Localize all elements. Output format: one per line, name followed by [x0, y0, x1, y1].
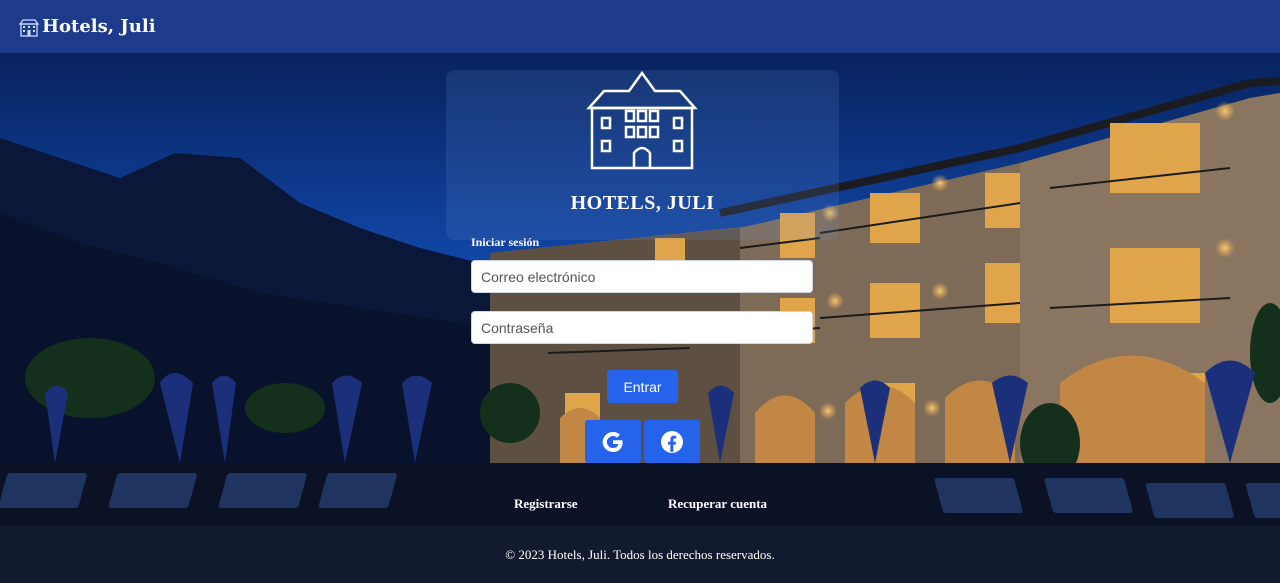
footer: © 2023 Hotels, Juli. Todos los derechos … — [0, 526, 1280, 583]
login-section-label: Iniciar sesión — [471, 235, 540, 249]
top-navbar: Hotels, Juli — [0, 0, 1280, 53]
password-input[interactable] — [471, 311, 813, 344]
hotel-building-icon — [586, 71, 698, 170]
google-login-button[interactable] — [585, 420, 641, 463]
facebook-login-button[interactable] — [644, 420, 700, 463]
recover-account-link[interactable]: Recuperar cuenta — [668, 496, 767, 512]
google-icon — [602, 431, 623, 452]
facebook-icon — [661, 430, 683, 453]
email-input[interactable] — [471, 260, 813, 293]
hotel-building-icon — [18, 18, 40, 37]
copyright-text: © 2023 Hotels, Juli. Todos los derechos … — [505, 546, 775, 562]
brand-link[interactable]: Hotels, Juli — [18, 16, 156, 37]
register-link[interactable]: Registrarse — [514, 496, 578, 512]
login-submit-button[interactable]: Entrar — [607, 370, 678, 403]
brand-name: Hotels, Juli — [42, 16, 156, 37]
hero-section: HOTELS, JULI Iniciar sesión Entrar Regis… — [0, 53, 1280, 526]
page-title: HOTELS, JULI — [570, 192, 715, 214]
